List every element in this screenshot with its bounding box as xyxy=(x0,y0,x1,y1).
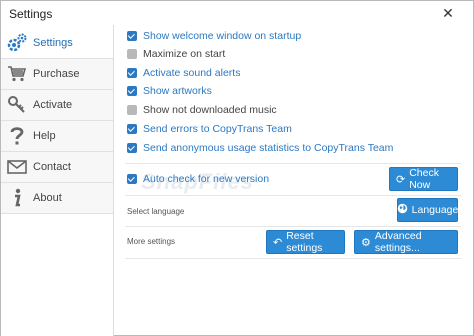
cart-icon xyxy=(5,62,29,86)
checkbox-checked[interactable] xyxy=(127,143,137,153)
refresh-icon: ⟳ xyxy=(396,173,406,186)
option-label: Show not downloaded music xyxy=(143,104,277,116)
checkbox-checked[interactable] xyxy=(127,31,137,41)
option-show-not-downloaded[interactable]: Show not downloaded music xyxy=(127,102,277,118)
sidebar: Settings Purchase Activate Help Contact … xyxy=(1,25,114,336)
sidebar-item-about[interactable]: About xyxy=(1,183,113,214)
option-sound-alerts[interactable]: Activate sound alerts xyxy=(127,65,240,81)
close-button[interactable]: ✕ xyxy=(439,4,457,22)
option-label: Send errors to CopyTrans Team xyxy=(143,123,292,135)
option-maximize-on-start[interactable]: Maximize on start xyxy=(127,46,225,62)
gears-icon xyxy=(5,31,29,55)
select-language-label: Select language xyxy=(127,207,185,216)
button-label: Advanced settings... xyxy=(374,230,422,254)
checkbox-checked[interactable] xyxy=(127,68,137,78)
option-label: Show artworks xyxy=(143,85,212,97)
title-bar: Settings ✕ xyxy=(1,1,473,25)
question-icon xyxy=(5,124,29,148)
watermark: SnapFiles xyxy=(141,169,254,194)
option-send-statistics[interactable]: Send anonymous usage statistics to CopyT… xyxy=(127,140,393,156)
option-label: Send anonymous usage statistics to CopyT… xyxy=(143,142,394,154)
option-label: Maximize on start xyxy=(143,48,226,60)
sidebar-item-label: Activate xyxy=(33,99,73,111)
option-label: Show welcome window on startup xyxy=(143,30,302,42)
gear-icon: ⚙ xyxy=(361,236,371,249)
sidebar-item-label: Settings xyxy=(33,37,73,49)
info-icon xyxy=(5,186,29,210)
advanced-settings-button[interactable]: ⚙ Advanced settings... xyxy=(354,230,458,254)
sidebar-item-purchase[interactable]: Purchase xyxy=(1,59,113,90)
language-button[interactable]: Language xyxy=(397,198,458,222)
key-icon xyxy=(5,93,29,117)
button-label: Language xyxy=(411,204,459,216)
settings-window: Settings ✕ Settings Purchase Activate He… xyxy=(0,0,474,336)
sidebar-item-settings[interactable]: Settings xyxy=(1,28,113,59)
globe-icon xyxy=(397,203,408,217)
sidebar-item-label: Help xyxy=(33,130,56,142)
sidebar-item-help[interactable]: Help xyxy=(1,121,113,152)
more-settings-label: More settings xyxy=(127,237,176,246)
sidebar-item-label: Contact xyxy=(33,161,71,173)
button-label: Reset settings xyxy=(286,230,323,254)
checkbox-checked[interactable] xyxy=(127,174,137,184)
sidebar-item-label: About xyxy=(33,192,62,204)
option-send-errors[interactable]: Send errors to CopyTrans Team xyxy=(127,121,292,137)
sidebar-item-label: Purchase xyxy=(33,68,80,80)
reset-settings-button[interactable]: ↶ Reset settings xyxy=(266,230,345,254)
checkbox-checked[interactable] xyxy=(127,124,137,134)
divider xyxy=(125,226,461,227)
divider xyxy=(125,258,461,259)
sidebar-item-activate[interactable]: Activate xyxy=(1,90,113,121)
window-title: Settings xyxy=(9,7,53,21)
button-label: Check Now xyxy=(409,167,439,191)
checkbox-unchecked[interactable] xyxy=(127,49,137,59)
divider xyxy=(125,163,461,164)
option-label: Activate sound alerts xyxy=(143,67,241,79)
divider xyxy=(125,195,461,196)
option-show-artworks[interactable]: Show artworks xyxy=(127,83,212,99)
check-now-button[interactable]: ⟳ Check Now xyxy=(389,167,458,191)
envelope-icon xyxy=(5,155,29,179)
checkbox-checked[interactable] xyxy=(127,86,137,96)
checkbox-unchecked[interactable] xyxy=(127,105,137,115)
sidebar-item-contact[interactable]: Contact xyxy=(1,152,113,183)
undo-icon: ↶ xyxy=(273,236,283,249)
option-show-welcome[interactable]: Show welcome window on startup xyxy=(127,28,301,44)
